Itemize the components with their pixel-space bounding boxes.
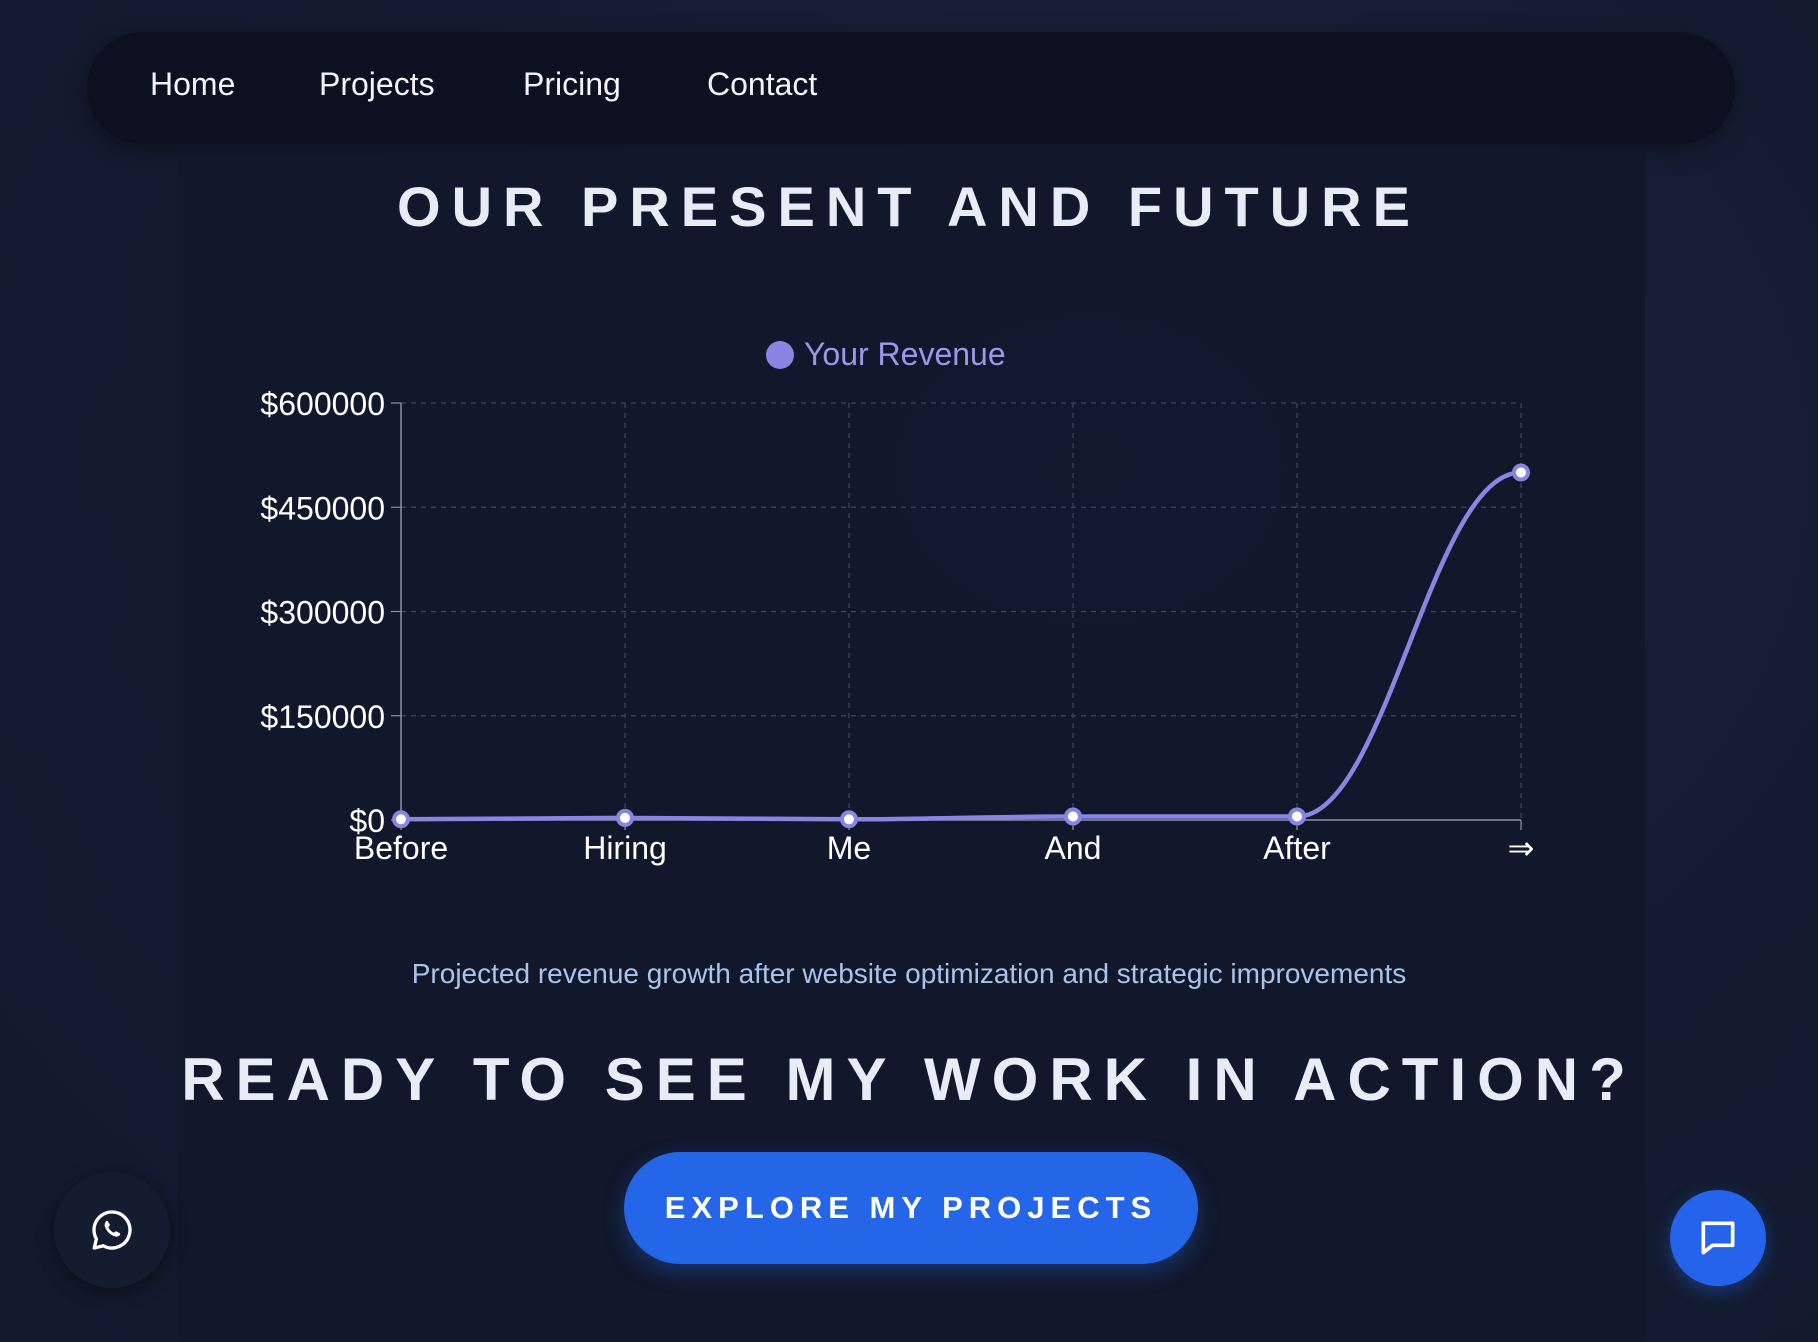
x-tick-label: After [1263,830,1331,866]
x-tick-label: Before [354,830,448,866]
chart-grid [401,402,1522,820]
chat-button[interactable] [1670,1190,1766,1286]
x-tick-label: Hiring [583,830,667,866]
y-tick-label: $150000 [260,699,385,735]
cta-heading: READY TO SEE MY WORK IN ACTION? [181,1046,1637,1113]
chart-series [392,463,1530,829]
revenue-point [392,810,410,829]
chart-axes [391,402,1522,830]
chat-bubble-icon [1701,1221,1735,1255]
revenue-point [1512,463,1530,482]
y-tick-label: $600000 [260,386,385,422]
chart-caption: Projected revenue growth after website o… [411,958,1407,989]
whatsapp-button[interactable] [54,1172,170,1288]
revenue-point [840,810,858,829]
revenue-line [398,470,1524,822]
y-tick-label: $300000 [260,595,385,631]
x-tick-label: And [1045,830,1102,866]
explore-projects-button[interactable]: EXPLORE MY PROJECTS [624,1152,1198,1264]
x-tick-label: ⇒ [1508,830,1535,866]
y-tick-label: $450000 [260,490,385,526]
revenue-point [1064,807,1082,826]
revenue-point [616,808,634,827]
revenue-point [1288,807,1306,826]
revenue-chart: $600000$450000$300000$150000$0Before Hiri… [260,386,1534,866]
x-tick-label: Me [827,830,871,866]
whatsapp-icon [92,1210,132,1250]
chart-labels: $600000$450000$300000$150000$0Before Hiri… [260,386,1534,866]
